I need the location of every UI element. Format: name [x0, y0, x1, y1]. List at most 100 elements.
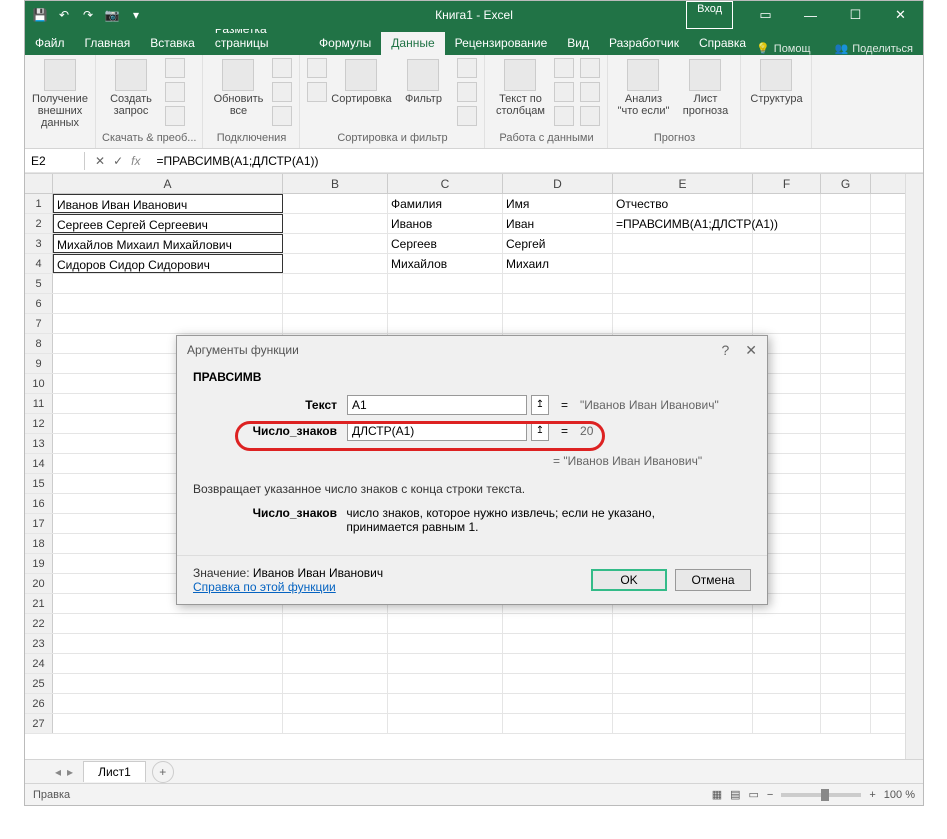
cell[interactable] — [613, 234, 753, 253]
row-header[interactable]: 3 — [25, 234, 53, 253]
cell[interactable]: Сергеев Сергей Сергеевич — [53, 214, 283, 233]
cell[interactable] — [821, 294, 871, 313]
row-header[interactable]: 6 — [25, 294, 53, 313]
cell[interactable] — [53, 314, 283, 333]
cell[interactable] — [821, 594, 871, 613]
cell[interactable] — [503, 314, 613, 333]
outline-button[interactable]: Структура — [747, 57, 805, 105]
new-query-button[interactable]: Создать запрос — [102, 57, 160, 117]
row-header[interactable]: 27 — [25, 714, 53, 733]
cell[interactable] — [821, 494, 871, 513]
cell[interactable] — [821, 454, 871, 473]
tab-review[interactable]: Рецензирование — [445, 32, 558, 55]
sheet-next-icon[interactable]: ▸ — [67, 765, 73, 779]
zoom-slider[interactable] — [781, 793, 861, 797]
row-header[interactable]: 5 — [25, 274, 53, 293]
sort-az-icon[interactable] — [307, 58, 327, 78]
cell[interactable]: Сергей — [503, 234, 613, 253]
data-validation-icon[interactable] — [554, 106, 574, 126]
filter-button[interactable]: Фильтр — [394, 57, 452, 105]
cell[interactable] — [388, 294, 503, 313]
cell[interactable] — [283, 194, 388, 213]
cell[interactable] — [753, 654, 821, 673]
row-header[interactable]: 23 — [25, 634, 53, 653]
view-break-icon[interactable]: ▭ — [749, 788, 759, 801]
remove-duplicates-icon[interactable] — [554, 82, 574, 102]
cell[interactable] — [753, 314, 821, 333]
row-header[interactable]: 18 — [25, 534, 53, 553]
consolidate-icon[interactable] — [580, 58, 600, 78]
external-data-button[interactable]: Получение внешних данных — [31, 57, 89, 129]
fx-icon[interactable]: fx — [131, 154, 140, 168]
ok-button[interactable]: OK — [591, 569, 667, 591]
cell[interactable] — [53, 694, 283, 713]
cell[interactable]: =ПРАВСИМВ(A1;ДЛСТР(A1)) — [613, 214, 753, 233]
cell[interactable] — [821, 334, 871, 353]
cell[interactable] — [503, 714, 613, 733]
clear-filter-icon[interactable] — [457, 58, 477, 78]
name-box[interactable]: E2 — [25, 152, 85, 170]
add-sheet-icon[interactable]: + — [152, 761, 174, 783]
cell[interactable] — [388, 694, 503, 713]
row-header[interactable]: 19 — [25, 554, 53, 573]
formula-input[interactable]: =ПРАВСИМВ(A1;ДЛСТР(A1)) — [150, 152, 923, 170]
row-header[interactable]: 9 — [25, 354, 53, 373]
cell[interactable] — [821, 714, 871, 733]
cell[interactable]: Сидоров Сидор Сидорович — [53, 254, 283, 273]
whatif-button[interactable]: Анализ "что если" — [614, 57, 672, 117]
cell[interactable] — [53, 274, 283, 293]
col-header[interactable]: B — [283, 174, 388, 193]
cell[interactable] — [613, 294, 753, 313]
cell[interactable] — [821, 214, 871, 233]
cell[interactable]: Иван — [503, 214, 613, 233]
cell[interactable] — [53, 654, 283, 673]
cell[interactable] — [283, 314, 388, 333]
cell[interactable] — [53, 294, 283, 313]
cell[interactable] — [283, 654, 388, 673]
cell[interactable] — [821, 254, 871, 273]
relationships-icon[interactable] — [580, 82, 600, 102]
row-header[interactable]: 22 — [25, 614, 53, 633]
cell[interactable] — [821, 674, 871, 693]
row-header[interactable]: 7 — [25, 314, 53, 333]
cell[interactable] — [283, 274, 388, 293]
cell[interactable] — [503, 634, 613, 653]
cell[interactable] — [821, 554, 871, 573]
camera-icon[interactable]: 📷 — [103, 6, 121, 24]
cell[interactable] — [388, 654, 503, 673]
cell[interactable] — [283, 674, 388, 693]
col-header[interactable]: E — [613, 174, 753, 193]
cell[interactable] — [821, 434, 871, 453]
cell[interactable] — [753, 214, 821, 233]
cell[interactable] — [53, 614, 283, 633]
tab-help[interactable]: Справка — [689, 32, 756, 55]
redo-icon[interactable]: ↷ — [79, 6, 97, 24]
row-header[interactable]: 1 — [25, 194, 53, 213]
cell[interactable] — [503, 294, 613, 313]
cell[interactable] — [283, 254, 388, 273]
cell[interactable] — [821, 414, 871, 433]
close-icon[interactable]: ✕ — [878, 1, 923, 29]
cell[interactable] — [821, 654, 871, 673]
qat-dropdown-icon[interactable]: ▾ — [127, 6, 145, 24]
flash-fill-icon[interactable] — [554, 58, 574, 78]
cell[interactable] — [821, 394, 871, 413]
row-header[interactable]: 15 — [25, 474, 53, 493]
edit-links-icon[interactable] — [272, 106, 292, 126]
col-header[interactable]: A — [53, 174, 283, 193]
row-header[interactable]: 21 — [25, 594, 53, 613]
tab-formulas[interactable]: Формулы — [309, 32, 381, 55]
cell[interactable]: Отчество — [613, 194, 753, 213]
help-link[interactable]: Справка по этой функции — [193, 580, 336, 594]
sheet-prev-icon[interactable]: ◂ — [55, 765, 61, 779]
show-queries-icon[interactable] — [165, 58, 185, 78]
properties-icon[interactable] — [272, 82, 292, 102]
cell[interactable] — [821, 234, 871, 253]
col-header[interactable]: C — [388, 174, 503, 193]
cell[interactable] — [753, 234, 821, 253]
cell[interactable] — [283, 614, 388, 633]
sort-za-icon[interactable] — [307, 82, 327, 102]
ribbon-options-icon[interactable]: ▭ — [743, 1, 788, 29]
help-icon[interactable]: ? — [721, 342, 729, 359]
cell[interactable] — [821, 374, 871, 393]
